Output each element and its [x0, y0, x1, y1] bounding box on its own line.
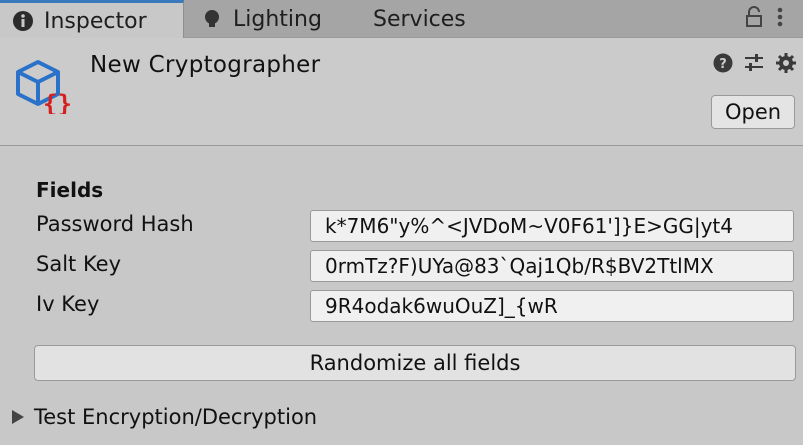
tab-lighting[interactable]: Lighting: [201, 0, 322, 38]
info-icon: [12, 10, 34, 32]
foldout-label: Test Encryption/Decryption: [34, 405, 318, 429]
inspector-header: {} New Cryptographer ? Open: [0, 38, 803, 146]
asset-name: New Cryptographer: [90, 52, 321, 78]
tab-label: Lighting: [233, 6, 322, 32]
field-label: Salt Key: [36, 252, 122, 276]
iv-key-field[interactable]: 9R4odak6wuOuZ]_{wR: [310, 290, 794, 322]
password-hash-row: Password Hash k*7M6"y%^<JVDoM~V0F61']}E>…: [36, 210, 796, 242]
header-tools: ?: [713, 52, 797, 78]
tabbar-tools: [745, 6, 783, 32]
lock-icon[interactable]: [745, 6, 763, 32]
tab-label: Inspector: [44, 8, 147, 34]
lightbulb-icon: [201, 8, 223, 30]
settings-icon[interactable]: [775, 52, 797, 78]
open-button[interactable]: Open: [711, 95, 795, 129]
password-hash-field[interactable]: k*7M6"y%^<JVDoM~V0F61']}E>GG|yt4: [310, 210, 794, 242]
field-label: Password Hash: [36, 212, 194, 236]
fields-section-title: Fields: [36, 178, 104, 202]
tab-services[interactable]: Services: [373, 0, 466, 38]
field-label: Iv Key: [36, 292, 100, 316]
salt-key-row: Salt Key 0rmTz?F)UYa@83`Qaj1Qb/R$BV2TtlM…: [36, 250, 796, 282]
tab-bar: Inspector Lighting Services: [0, 0, 803, 39]
kebab-menu-icon[interactable]: [777, 6, 783, 32]
iv-key-row: Iv Key 9R4odak6wuOuZ]_{wR: [36, 290, 796, 322]
salt-key-field[interactable]: 0rmTz?F)UYa@83`Qaj1Qb/R$BV2TtlMX: [310, 250, 794, 282]
foldout-arrow-icon[interactable]: [12, 410, 24, 424]
tab-label: Services: [373, 6, 466, 32]
help-icon[interactable]: ?: [713, 53, 733, 77]
preset-icon[interactable]: [743, 52, 765, 78]
test-encryption-foldout[interactable]: Test Encryption/Decryption: [12, 405, 317, 429]
svg-text:?: ?: [719, 57, 727, 72]
randomize-all-fields-button[interactable]: Randomize all fields: [34, 345, 796, 381]
tab-inspector[interactable]: Inspector: [0, 0, 184, 39]
svg-text:{}: {}: [43, 90, 72, 114]
scriptable-object-icon: {}: [14, 54, 76, 118]
